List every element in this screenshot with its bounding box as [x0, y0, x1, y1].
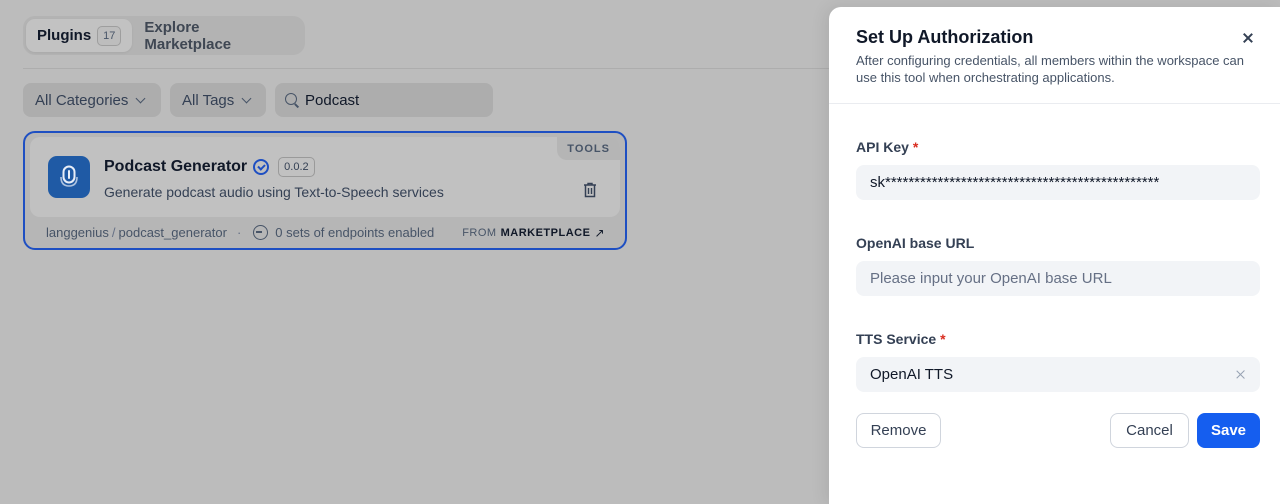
categories-filter-label: All Categories [35, 91, 129, 109]
save-button[interactable]: Save [1197, 413, 1260, 448]
plugin-card-body: TOOLS Podcast Generator 0.0.2 Generate p… [30, 137, 620, 217]
tab-plugins[interactable]: Plugins 17 [26, 19, 133, 52]
tts-service-label-text: TTS Service [856, 331, 937, 347]
api-key-label-text: API Key [856, 139, 909, 155]
tts-service-value: OpenAI TTS [870, 366, 954, 383]
plugin-type-badge: TOOLS [557, 137, 620, 160]
plugin-name: Podcast Generator [104, 158, 248, 175]
drawer-description: After configuring credentials, all membe… [856, 53, 1245, 85]
authorization-drawer: Set Up Authorization After configuring c… [829, 7, 1280, 504]
plugin-slug: podcast_generator [118, 225, 227, 240]
plugin-author: langgenius [46, 225, 109, 240]
api-key-value: sk**************************************… [870, 174, 1160, 191]
plugins-count-badge: 17 [97, 25, 122, 46]
search-input-value: Podcast [305, 91, 360, 109]
close-icon[interactable] [1241, 31, 1255, 45]
plugin-card[interactable]: TOOLS Podcast Generator 0.0.2 Generate p… [23, 131, 627, 250]
api-key-label: API Key * [856, 139, 918, 155]
endpoints-status: 0 sets of endpoints enabled [275, 225, 435, 240]
categories-filter[interactable]: All Categories [23, 83, 161, 117]
plugin-footer: langgenius / podcast_generator · 0 sets … [46, 225, 605, 240]
tts-service-label: TTS Service * [856, 331, 946, 347]
trash-icon[interactable] [583, 182, 597, 198]
remove-button[interactable]: Remove [856, 413, 941, 448]
required-mark: * [940, 331, 946, 347]
microphone-icon [48, 156, 90, 198]
chevron-down-icon [241, 93, 252, 103]
base-url-label-text: OpenAI base URL [856, 235, 975, 251]
api-key-input[interactable]: sk**************************************… [856, 165, 1260, 200]
arrow-up-right-icon: ↗ [594, 225, 605, 240]
from-prefix: FROM [462, 226, 497, 239]
tab-explore-marketplace[interactable]: Explore Marketplace [132, 19, 302, 53]
header-divider [23, 68, 830, 69]
tab-plugins-label: Plugins [37, 27, 92, 44]
plugin-description: Generate podcast audio using Text-to-Spe… [104, 184, 444, 200]
tags-filter-label: All Tags [182, 91, 235, 109]
tts-service-select[interactable]: OpenAI TTS [856, 357, 1260, 392]
path-separator: / [111, 225, 116, 240]
tags-filter[interactable]: All Tags [170, 83, 266, 117]
chevron-down-icon [135, 93, 146, 103]
verified-icon [253, 159, 270, 175]
search-input[interactable]: Podcast [275, 83, 493, 117]
footer-dot-separator: · [236, 225, 242, 240]
from-source: MARKETPLACE [500, 226, 591, 239]
marketplace-link[interactable]: FROM MARKETPLACE ↗ [462, 226, 605, 240]
drawer-divider [829, 103, 1280, 104]
search-icon [285, 93, 299, 107]
endpoint-icon [253, 225, 269, 240]
cancel-button[interactable]: Cancel [1110, 413, 1189, 448]
clear-icon[interactable] [1236, 369, 1246, 379]
plugin-tabs: Plugins 17 Explore Marketplace [23, 16, 305, 55]
plugin-name-row: Podcast Generator 0.0.2 [104, 157, 315, 177]
drawer-title: Set Up Authorization [856, 27, 1034, 47]
plugin-version-badge: 0.0.2 [278, 157, 315, 177]
base-url-input[interactable] [856, 261, 1260, 296]
base-url-label: OpenAI base URL [856, 235, 974, 251]
required-mark: * [912, 139, 919, 155]
